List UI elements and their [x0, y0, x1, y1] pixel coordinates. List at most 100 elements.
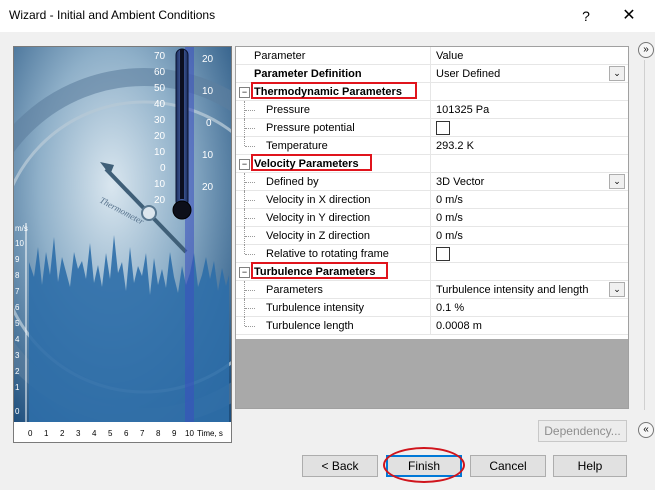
row-label: Relative to rotating frame [266, 248, 389, 260]
wizard-illustration: Thermometer 70 60 50 40 30 20 10 0 10 20… [13, 46, 232, 443]
row-velocity-y[interactable]: Velocity in Y direction 0 m/s [236, 209, 628, 227]
thermo-tick: 30 [154, 115, 166, 126]
time-tick: 3 [76, 429, 81, 438]
finish-highlight-ring [383, 447, 465, 483]
row-value[interactable]: 0 m/s [436, 194, 463, 206]
row-turbulence-parameters[interactable]: Parameters Turbulence intensity and leng… [236, 281, 628, 299]
row-label: Turbulence intensity [266, 302, 365, 314]
pressure-potential-checkbox[interactable] [436, 121, 450, 135]
group-label: Turbulence Parameters [254, 266, 376, 278]
time-tick: 0 [28, 429, 33, 438]
thermo-tick-right: 20 [202, 182, 214, 193]
cancel-button[interactable]: Cancel [470, 455, 546, 477]
ms-tick: 4 [15, 335, 20, 344]
group-turbulence-parameters[interactable]: − Turbulence Parameters [236, 262, 628, 281]
row-velocity-z[interactable]: Velocity in Z direction 0 m/s [236, 227, 628, 245]
row-label: Parameters [266, 284, 323, 296]
illustration-svg: Thermometer 70 60 50 40 30 20 10 0 10 20… [14, 47, 231, 442]
grid-empty-area [236, 339, 628, 408]
time-tick: 4 [92, 429, 97, 438]
ms-tick: 8 [15, 271, 20, 280]
thermo-tick-right: 10 [202, 150, 214, 161]
row-relative-rotating-frame[interactable]: Relative to rotating frame [236, 245, 628, 263]
ms-tick: 6 [15, 303, 20, 312]
thermo-tick: 0 [160, 163, 166, 174]
row-pressure[interactable]: Pressure 101325 Pa [236, 101, 628, 119]
row-label: Turbulence length [266, 320, 354, 332]
chevron-down-icon[interactable]: ⌄ [609, 174, 625, 189]
row-parameter-definition[interactable]: Parameter Definition User Defined ⌄ [236, 65, 628, 83]
row-value[interactable]: 0.0008 m [436, 320, 482, 332]
collapse-icon[interactable]: − [239, 87, 250, 98]
row-velocity-x[interactable]: Velocity in X direction 0 m/s [236, 191, 628, 209]
parameter-grid: Parameter Value Parameter Definition Use… [235, 46, 629, 409]
row-value[interactable]: Turbulence intensity and length [436, 284, 588, 296]
column-header-parameter: Parameter [254, 50, 306, 62]
time-tick: 2 [60, 429, 65, 438]
divider [644, 60, 645, 410]
ms-tick: 1 [15, 383, 20, 392]
time-tick: 5 [108, 429, 113, 438]
thermo-tick: 60 [154, 67, 166, 78]
group-label: Thermodynamic Parameters [254, 86, 402, 98]
dependency-button[interactable]: Dependency... [538, 420, 627, 442]
column-header-value: Value [436, 50, 464, 62]
close-icon[interactable]: ✕ [614, 4, 644, 28]
back-button[interactable]: < Back [302, 455, 378, 477]
thermo-tick: 20 [154, 195, 166, 206]
row-value[interactable]: 293.2 K [436, 140, 474, 152]
ms-tick: 9 [15, 255, 20, 264]
time-tick: 7 [140, 429, 145, 438]
time-axis-label: Time, s [197, 429, 223, 438]
row-label: Velocity in Z direction [266, 230, 370, 242]
title-bar: Wizard - Initial and Ambient Conditions … [0, 0, 655, 32]
group-velocity-parameters[interactable]: − Velocity Parameters [236, 154, 628, 173]
ms-tick: 0 [15, 407, 20, 416]
row-pressure-potential[interactable]: Pressure potential [236, 119, 628, 137]
thermo-tick: 20 [154, 131, 166, 142]
ms-tick: 10 [15, 239, 24, 248]
time-tick: 1 [44, 429, 49, 438]
row-turbulence-intensity[interactable]: Turbulence intensity 0.1 % [236, 299, 628, 317]
group-thermodynamic-parameters[interactable]: − Thermodynamic Parameters [236, 82, 628, 101]
expand-panel-icon[interactable]: » [638, 42, 654, 58]
grid-header-row: Parameter Value [236, 47, 628, 65]
time-tick: 8 [156, 429, 161, 438]
thermo-tick-right: 20 [202, 54, 214, 65]
row-temperature[interactable]: Temperature 293.2 K [236, 137, 628, 155]
thermo-tick: 50 [154, 83, 166, 94]
row-label: Temperature [266, 140, 328, 152]
thermo-tick: 10 [154, 147, 166, 158]
chevron-down-icon[interactable]: ⌄ [609, 66, 625, 81]
time-tick: 10 [185, 429, 194, 438]
row-label: Pressure [266, 104, 311, 116]
thermo-tick: 10 [154, 179, 166, 190]
ms-tick: 5 [15, 319, 20, 328]
row-value[interactable]: 0.1 % [436, 302, 464, 314]
help-button[interactable]: Help [553, 455, 627, 477]
window-title: Wizard - Initial and Ambient Conditions [9, 8, 216, 22]
collapse-icon[interactable]: − [239, 267, 250, 278]
row-turbulence-length[interactable]: Turbulence length 0.0008 m [236, 317, 628, 335]
row-value[interactable]: 101325 Pa [436, 104, 489, 116]
help-icon[interactable]: ? [574, 4, 598, 28]
rotating-frame-checkbox[interactable] [436, 247, 450, 261]
row-defined-by[interactable]: Defined by 3D Vector ⌄ [236, 173, 628, 191]
chevron-down-icon[interactable]: ⌄ [609, 282, 625, 297]
row-label: Defined by [266, 176, 319, 188]
collapse-panel-icon[interactable]: « [638, 422, 654, 438]
row-label: Parameter Definition [254, 68, 362, 80]
thermo-tick-right: 0 [206, 118, 212, 129]
collapse-icon[interactable]: − [239, 159, 250, 170]
row-value[interactable]: User Defined [436, 68, 500, 80]
group-label: Velocity Parameters [254, 158, 359, 170]
ms-tick: 7 [15, 287, 20, 296]
ms-tick: 2 [15, 367, 20, 376]
row-value[interactable]: 0 m/s [436, 212, 463, 224]
time-tick: 9 [172, 429, 177, 438]
thermo-tick: 40 [154, 99, 166, 110]
row-value[interactable]: 0 m/s [436, 230, 463, 242]
thermo-tick-right: 10 [202, 86, 214, 97]
thermo-tick: 70 [154, 51, 166, 62]
row-value[interactable]: 3D Vector [436, 176, 484, 188]
